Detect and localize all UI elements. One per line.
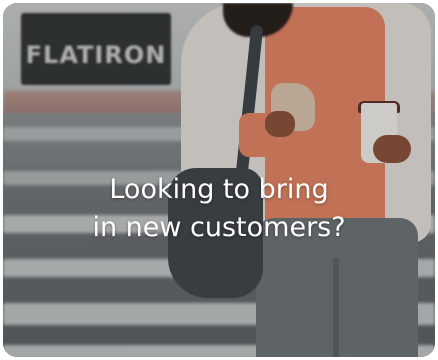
promo-card[interactable]: FLATIRON Looking to bring in new custome…	[3, 3, 435, 357]
headline-line-1: Looking to bring	[109, 174, 329, 206]
promo-headline: Looking to bring in new customers?	[3, 171, 435, 247]
headline-line-2: in new customers?	[92, 212, 346, 244]
